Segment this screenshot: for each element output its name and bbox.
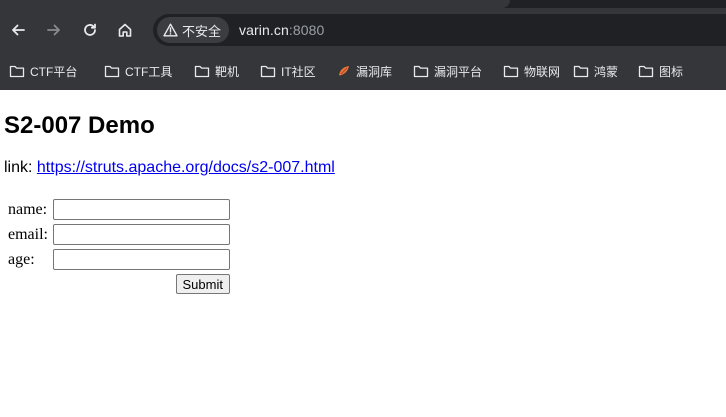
folder-icon [260, 65, 276, 78]
reload-icon [84, 23, 96, 36]
home-icon [118, 23, 132, 37]
bookmark-ctf-tools[interactable]: CTF工具 [104, 57, 194, 85]
name-label: name: [8, 200, 48, 218]
age-input[interactable] [52, 249, 230, 270]
age-cell [52, 248, 231, 271]
bookmark-vuln-platform[interactable]: 漏洞平台 [413, 57, 503, 85]
back-button[interactable] [5, 17, 31, 43]
folder-icon [9, 65, 25, 78]
bookmark-harmony[interactable]: 鸿蒙 [573, 57, 638, 85]
bookmark-vuln-db[interactable]: 漏洞库 [337, 57, 413, 85]
form-row-email: email: [7, 223, 231, 246]
url-text[interactable]: varin.cn:8080 [239, 22, 324, 38]
home-button[interactable] [112, 17, 138, 43]
bookmark-label: CTF平台 [30, 64, 78, 79]
page-content: S2-007 Demo link: https://struts.apache.… [0, 112, 726, 297]
active-tab[interactable] [0, 0, 510, 8]
bookmark-label: 漏洞库 [356, 64, 393, 79]
back-arrow-icon [12, 24, 25, 36]
bookmark-label: 靶机 [215, 64, 240, 79]
folder-icon [638, 65, 654, 78]
email-cell [52, 223, 231, 246]
browser-toolbar: 不安全 varin.cn:8080 [0, 8, 726, 52]
bookmark-ctf-platform[interactable]: CTF平台 [9, 57, 104, 85]
bookmark-label: 漏洞平台 [434, 64, 483, 79]
bookmark-iot[interactable]: 物联网 [503, 57, 573, 85]
submit-cell: Submit [7, 273, 231, 295]
bookmark-target-machines[interactable]: 靶机 [194, 57, 260, 85]
form-row-submit: Submit [7, 273, 231, 295]
bookmarks-bar: CTF平台 CTF工具 靶机 IT社区 漏洞库 漏洞平台 物联网 鸿蒙 图标 [0, 52, 726, 90]
bookmark-label: CTF工具 [125, 64, 173, 79]
submit-button[interactable]: Submit [175, 274, 230, 294]
name-input[interactable] [52, 199, 230, 220]
forward-arrow-icon [47, 24, 60, 36]
vuln-db-favicon-icon [339, 66, 349, 76]
bookmark-it-community[interactable]: IT社区 [260, 57, 337, 85]
bookmark-label: 鸿蒙 [594, 64, 619, 79]
demo-form: name: email: age: Submit [8, 196, 718, 297]
url-host: varin.cn [239, 22, 289, 38]
address-bar[interactable]: 不安全 varin.cn:8080 [153, 14, 726, 46]
link-prefix: link: [4, 159, 37, 176]
link-line: link: https://struts.apache.org/docs/s2-… [4, 158, 718, 178]
bookmark-label: 物联网 [524, 64, 561, 79]
bookmark-label: 图标 [659, 64, 684, 79]
form-row-name: name: [7, 198, 231, 221]
form-table: name: email: age: Submit [5, 196, 233, 297]
folder-icon [503, 65, 519, 78]
folder-icon [104, 65, 120, 78]
security-label: 不安全 [182, 23, 222, 39]
url-port: :8080 [288, 22, 325, 38]
bookmark-icons[interactable]: 图标 [638, 57, 703, 85]
s2-007-doc-link[interactable]: https://struts.apache.org/docs/s2-007.ht… [37, 159, 335, 176]
folder-icon [194, 65, 210, 78]
folder-icon [413, 65, 429, 78]
page-title: S2-007 Demo [4, 112, 155, 139]
form-row-age: age: [7, 248, 231, 271]
folder-icon [573, 65, 589, 78]
name-cell [52, 198, 231, 221]
security-indicator[interactable]: 不安全 [157, 17, 230, 43]
email-input[interactable] [52, 224, 230, 245]
warning-triangle-icon [163, 23, 178, 37]
reload-button[interactable] [77, 17, 103, 43]
email-label: email: [8, 225, 48, 243]
age-label: age: [8, 250, 35, 268]
browser-chrome: 不安全 varin.cn:8080 CTF平台 CTF工具 靶机 IT社区 漏洞 [0, 0, 726, 90]
forward-button[interactable] [41, 17, 67, 43]
tab-strip [0, 0, 726, 8]
bookmark-label: IT社区 [281, 64, 316, 79]
